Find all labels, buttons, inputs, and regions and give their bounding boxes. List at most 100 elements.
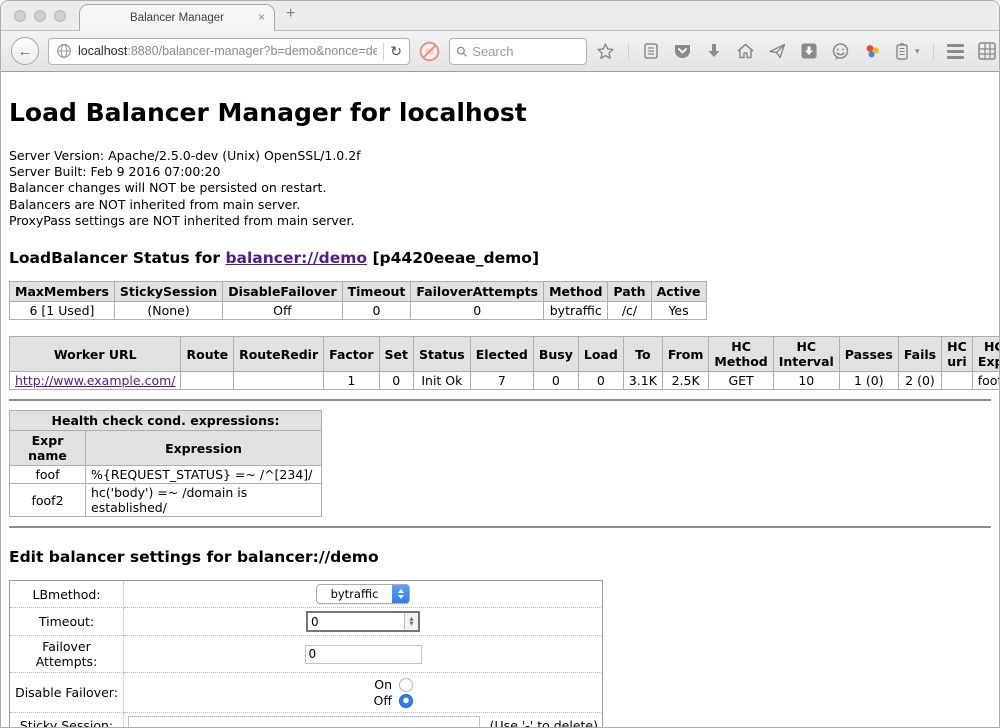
chevron-down-icon[interactable]: ▾ bbox=[915, 46, 920, 57]
server-info: Server Version: Apache/2.5.0-dev (Unix) … bbox=[9, 148, 991, 229]
table-title-row: Health check cond. expressions: bbox=[10, 411, 322, 431]
reading-list-icon[interactable] bbox=[642, 42, 660, 60]
column-header: Set bbox=[379, 337, 413, 372]
feedback-smiley-icon[interactable] bbox=[831, 42, 850, 61]
balancer-status-table: MaxMembers StickySession DisableFailover… bbox=[9, 281, 707, 320]
lbmethod-select[interactable]: bytraffic bbox=[316, 584, 411, 604]
column-header: Timeout bbox=[342, 282, 411, 302]
zoom-window-button[interactable] bbox=[54, 10, 66, 22]
busy-cell: 0 bbox=[533, 372, 578, 390]
path-cell: /c/ bbox=[608, 302, 651, 320]
failover-attempts-label: Failover Attempts: bbox=[10, 636, 124, 673]
column-header: HC Expr bbox=[972, 337, 1000, 372]
column-header: Passes bbox=[839, 337, 898, 372]
from-cell: 2.5K bbox=[662, 372, 709, 390]
column-header: From bbox=[662, 337, 709, 372]
notice-line: Balancer changes will NOT be persisted o… bbox=[9, 180, 991, 196]
disable-failover-label: Disable Failover: bbox=[10, 673, 124, 713]
menu-icon[interactable] bbox=[947, 44, 964, 59]
lbmethod-selected-value: bytraffic bbox=[317, 585, 393, 603]
disable-failover-off-option[interactable]: Off bbox=[313, 693, 413, 708]
timeout-input[interactable] bbox=[308, 613, 404, 630]
column-header: Status bbox=[414, 337, 471, 372]
search-box[interactable] bbox=[449, 38, 587, 65]
balancer-demo-link[interactable]: balancer://demo bbox=[225, 249, 367, 267]
search-input[interactable] bbox=[472, 44, 580, 59]
minimize-window-button[interactable] bbox=[34, 10, 46, 22]
column-header: FailoverAttempts bbox=[411, 282, 544, 302]
column-header: Method bbox=[544, 282, 608, 302]
fails-cell: 2 (0) bbox=[898, 372, 941, 390]
browser-window: Balancer Manager × + ← localhost:8880/ba… bbox=[0, 0, 1000, 728]
column-header: Path bbox=[608, 282, 651, 302]
passes-cell: 1 (0) bbox=[839, 372, 898, 390]
pages-grid-icon[interactable] bbox=[977, 41, 997, 61]
notice-line: Balancers are NOT inherited from main se… bbox=[9, 197, 991, 213]
hc-uri-cell bbox=[942, 372, 973, 390]
radio-off-checked[interactable] bbox=[399, 694, 413, 708]
sticky-session-label: Sticky Session: bbox=[10, 713, 124, 728]
column-header: Worker URL bbox=[10, 337, 181, 372]
url-bar[interactable]: localhost:8880/balancer-manager?b=demo&n… bbox=[48, 38, 410, 65]
column-header: Load bbox=[578, 337, 623, 372]
worker-url-link[interactable]: http://www.example.com/ bbox=[15, 373, 175, 388]
expr-name-cell: foof2 bbox=[10, 484, 86, 517]
hc-interval-cell: 10 bbox=[773, 372, 839, 390]
tab-balancer-manager[interactable]: Balancer Manager × bbox=[79, 4, 275, 31]
pocket-icon[interactable] bbox=[673, 42, 692, 60]
search-icon bbox=[456, 45, 467, 58]
disable-failover-on-option[interactable]: On bbox=[313, 677, 413, 692]
new-tab-button[interactable]: + bbox=[286, 5, 295, 23]
reload-icon[interactable]: ↻ bbox=[390, 43, 402, 60]
column-header: Elected bbox=[470, 337, 533, 372]
edit-balancer-form: LBmethod: bytraffic Timeout: ▲▼ bbox=[9, 580, 603, 728]
send-icon[interactable] bbox=[768, 42, 787, 60]
tab-close-icon[interactable]: × bbox=[258, 10, 265, 24]
downloads-icon[interactable] bbox=[705, 42, 723, 60]
section-divider bbox=[9, 526, 991, 528]
routeredir-cell bbox=[234, 372, 324, 390]
column-header: Factor bbox=[324, 337, 379, 372]
battery-panel-icon[interactable] bbox=[895, 42, 909, 61]
expr-name-cell: foof bbox=[10, 466, 86, 484]
form-row-sticky-session: Sticky Session: (Use '-' to delete) bbox=[10, 713, 603, 728]
blocked-content-icon[interactable] bbox=[419, 41, 440, 62]
table-row: 6 [1 Used] (None) Off 0 0 bytraffic /c/ … bbox=[10, 302, 707, 320]
tab-title: Balancer Manager bbox=[130, 12, 224, 24]
table-header-row: MaxMembers StickySession DisableFailover… bbox=[10, 282, 707, 302]
failover-attempts-input[interactable] bbox=[305, 645, 422, 664]
disablefailover-cell: Off bbox=[223, 302, 342, 320]
column-header: Expression bbox=[86, 431, 322, 466]
save-to-device-icon[interactable] bbox=[800, 42, 818, 60]
worker-status-table: Worker URL Route RouteRedir Factor Set S… bbox=[9, 336, 1000, 390]
loadbalancer-status-heading: LoadBalancer Status for balancer://demo … bbox=[9, 249, 991, 267]
column-header: Busy bbox=[533, 337, 578, 372]
toolbar-divider bbox=[933, 43, 934, 60]
sticky-session-hint: (Use '-' to delete) bbox=[490, 718, 598, 728]
column-header: HC Interval bbox=[773, 337, 839, 372]
to-cell: 3.1K bbox=[623, 372, 662, 390]
url-host: localhost bbox=[78, 44, 127, 58]
section-divider bbox=[9, 399, 991, 401]
back-button[interactable]: ← bbox=[11, 37, 39, 65]
column-header: HC Method bbox=[709, 337, 773, 372]
number-spinner-icon[interactable]: ▲▼ bbox=[404, 613, 418, 630]
column-header: Active bbox=[651, 282, 706, 302]
health-table-title: Health check cond. expressions: bbox=[10, 411, 322, 431]
page-content: Load Balancer Manager for localhost Serv… bbox=[1, 72, 999, 728]
table-row: http://www.example.com/ 1 0 Init Ok 7 0 … bbox=[10, 372, 1000, 390]
off-label: Off bbox=[374, 693, 392, 708]
timeout-input-wrap: ▲▼ bbox=[306, 611, 420, 632]
url-text[interactable]: localhost:8880/balancer-manager?b=demo&n… bbox=[78, 44, 377, 58]
close-window-button[interactable] bbox=[14, 10, 26, 22]
form-row-failover-attempts: Failover Attempts: bbox=[10, 636, 603, 673]
bookmark-star-icon[interactable] bbox=[596, 42, 615, 61]
timeout-label: Timeout: bbox=[10, 608, 124, 636]
home-icon[interactable] bbox=[736, 42, 755, 60]
radio-on-unchecked[interactable] bbox=[399, 678, 413, 692]
hc-method-cell: GET bbox=[709, 372, 773, 390]
extension-colors-icon[interactable] bbox=[863, 42, 882, 61]
form-row-disable-failover: Disable Failover: On Off bbox=[10, 673, 603, 713]
column-header: Fails bbox=[898, 337, 941, 372]
sticky-session-input[interactable] bbox=[128, 716, 480, 728]
